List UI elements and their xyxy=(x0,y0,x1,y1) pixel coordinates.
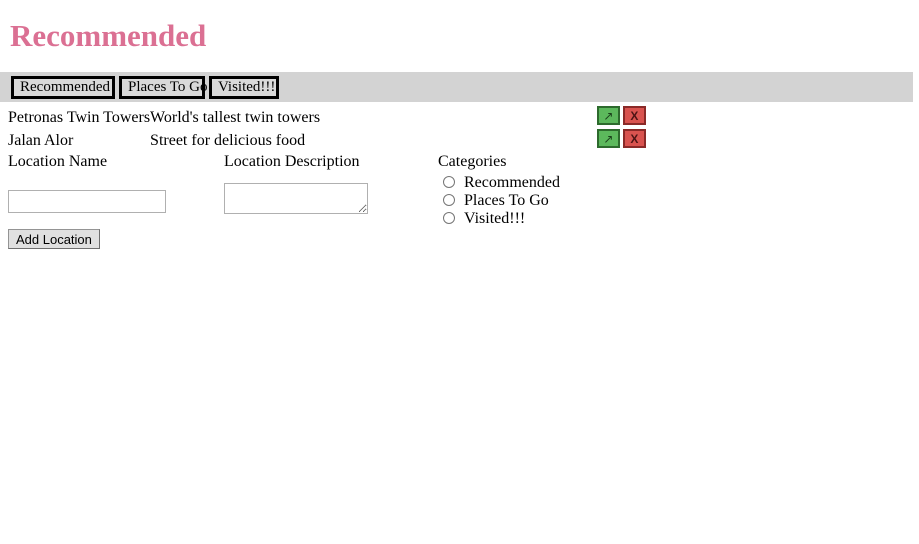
category-option-recommended[interactable]: Recommended xyxy=(443,174,560,192)
table-row: Jalan Alor Street for delicious food ↗ X xyxy=(8,129,914,152)
category-option-label: Recommended xyxy=(464,174,560,191)
categories-label: Categories xyxy=(438,153,507,170)
table-row: Petronas Twin Towers World's tallest twi… xyxy=(8,106,914,129)
location-name-cell: Jalan Alor xyxy=(8,132,74,149)
delete-location-button[interactable]: X xyxy=(622,106,646,125)
location-actions-cell: ↗ X xyxy=(596,106,914,129)
category-option-visited[interactable]: Visited!!! xyxy=(443,210,560,228)
category-option-places-to-go[interactable]: Places To Go xyxy=(443,192,560,210)
category-radio-visited[interactable] xyxy=(443,212,455,224)
nav-button-visited[interactable]: Visited!!! xyxy=(209,76,279,99)
category-radio-places-to-go[interactable] xyxy=(443,194,455,206)
category-option-label: Visited!!! xyxy=(464,210,526,227)
location-name-input[interactable] xyxy=(8,190,166,213)
add-location-button[interactable]: Add Location xyxy=(8,229,100,249)
edit-location-button[interactable]: ↗ xyxy=(596,129,620,148)
location-description-label: Location Description xyxy=(224,153,360,170)
categories-radio-group: Recommended Places To Go Visited!!! xyxy=(443,174,560,228)
category-radio-recommended[interactable] xyxy=(443,176,455,188)
page-title: Recommended xyxy=(10,18,207,53)
location-description-cell: Street for delicious food xyxy=(150,132,306,149)
location-description-textarea[interactable] xyxy=(224,183,368,214)
nav-button-recommended[interactable]: Recommended xyxy=(11,76,115,99)
location-name-label: Location Name xyxy=(8,153,108,170)
delete-location-button[interactable]: X xyxy=(622,129,646,148)
location-name-cell: Petronas Twin Towers xyxy=(8,109,151,126)
location-description-cell: World's tallest twin towers xyxy=(150,109,321,126)
nav-button-places-to-go[interactable]: Places To Go xyxy=(119,76,208,99)
category-option-label: Places To Go xyxy=(464,192,549,209)
location-actions-cell: ↗ X xyxy=(596,129,914,152)
locations-table: Petronas Twin Towers World's tallest twi… xyxy=(8,106,914,152)
edit-location-button[interactable]: ↗ xyxy=(596,106,620,125)
category-navbar: Recommended Places To Go Visited!!! xyxy=(0,72,913,102)
